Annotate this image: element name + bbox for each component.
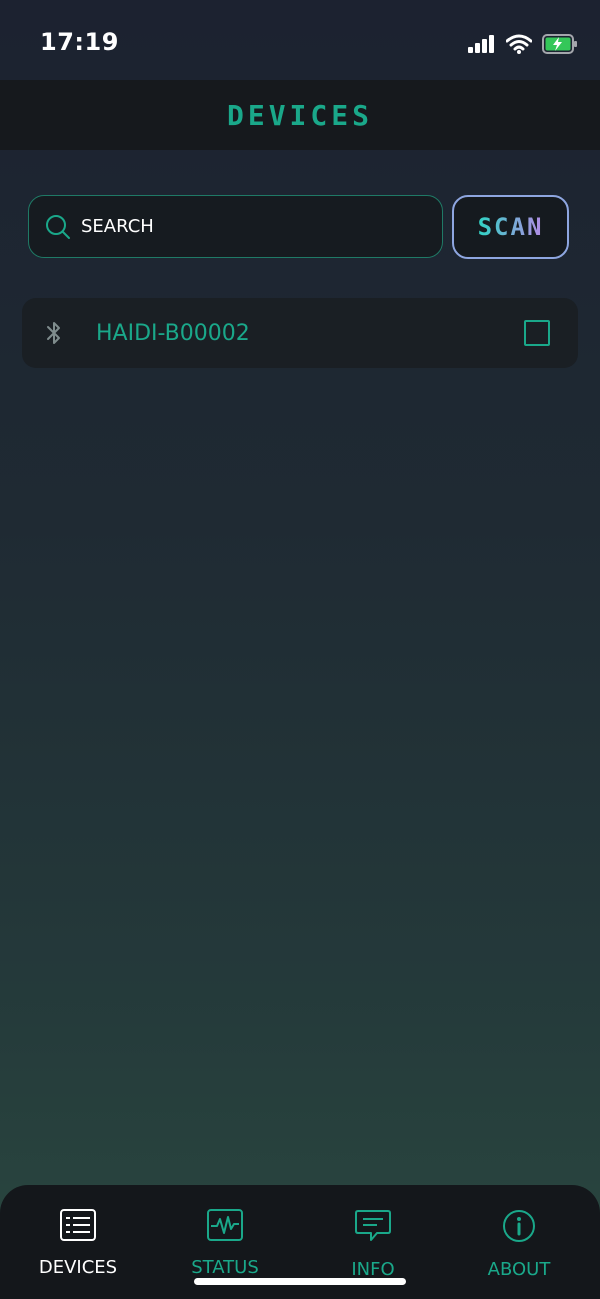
- tab-about[interactable]: ABOUT: [449, 1209, 589, 1280]
- tab-label: INFO: [351, 1259, 395, 1280]
- wifi-icon: [506, 34, 532, 54]
- activity-icon: [207, 1209, 243, 1241]
- bluetooth-icon: [47, 322, 60, 344]
- home-indicator: [194, 1278, 406, 1285]
- tab-label: ABOUT: [487, 1259, 551, 1280]
- device-list-item[interactable]: HAIDI-B00002: [22, 298, 578, 368]
- list-icon: [60, 1209, 96, 1241]
- info-icon: [503, 1210, 535, 1242]
- page-title: DEVICES: [226, 98, 373, 132]
- scan-button-label: SCAN: [477, 213, 544, 241]
- tab-devices[interactable]: DEVICES: [8, 1209, 148, 1278]
- app-header: DEVICES: [0, 80, 600, 150]
- tab-label: STATUS: [191, 1257, 259, 1278]
- tab-info[interactable]: INFO: [303, 1209, 443, 1280]
- status-time: 17:19: [40, 28, 119, 56]
- search-box[interactable]: [28, 195, 443, 258]
- tab-status[interactable]: STATUS: [155, 1209, 295, 1278]
- scan-button[interactable]: SCAN: [452, 195, 569, 259]
- message-icon: [355, 1210, 391, 1241]
- device-checkbox[interactable]: [524, 320, 550, 346]
- status-bar: 17:19: [0, 0, 600, 80]
- tab-label: DEVICES: [38, 1257, 118, 1278]
- search-icon: [46, 214, 70, 239]
- signal-icon: [468, 35, 494, 53]
- device-name: HAIDI-B00002: [96, 320, 250, 346]
- search-input[interactable]: [79, 215, 413, 238]
- status-icons: [468, 32, 578, 56]
- battery-charging-icon: [542, 34, 577, 54]
